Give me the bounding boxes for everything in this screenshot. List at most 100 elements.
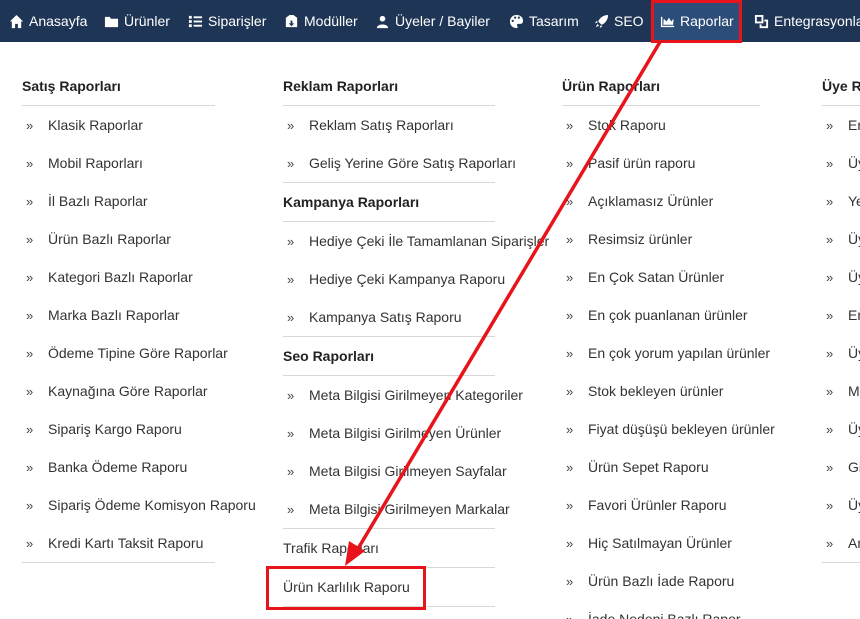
nav-entegrasyonlar[interactable]: Entegrasyonla xyxy=(753,0,860,42)
nav-raporlar[interactable]: Raporlar xyxy=(652,0,742,42)
link-trafik-raporlari[interactable]: Trafik Raporları xyxy=(283,538,379,558)
divider xyxy=(22,105,215,106)
menu-item-label: Ürün Bazlı Raporlar xyxy=(48,231,171,247)
chevron-right-icon: » xyxy=(287,502,295,517)
chevron-right-icon: » xyxy=(566,156,574,171)
satis-report-item[interactable]: » Banka Ödeme Raporu xyxy=(26,457,187,477)
satis-report-item[interactable]: » Kredi Kartı Taksit Raporu xyxy=(26,533,203,553)
satis-report-item[interactable]: » Sipariş Kargo Raporu xyxy=(26,419,182,439)
urun-report-item[interactable]: » Favori Ürünler Raporu xyxy=(566,495,727,515)
urun-report-item[interactable]: »İade Nedeni Bazlı Rapor xyxy=(566,609,741,619)
chevron-right-icon: » xyxy=(287,156,295,171)
urun-report-item[interactable]: » En çok puanlanan ürünler xyxy=(566,305,748,325)
chevron-right-icon: » xyxy=(26,346,34,361)
menu-item-label: Meta Bilgisi Girilmeyen Ürünler xyxy=(309,425,502,441)
urun-report-item[interactable]: » Ürün Bazlı İade Raporu xyxy=(566,571,734,591)
nav-moduller[interactable]: Modüller xyxy=(283,0,358,42)
chevron-right-icon: » xyxy=(287,272,295,287)
nav-urunler[interactable]: Ürünler xyxy=(103,0,170,42)
satis-report-item[interactable]: » Ürün Bazlı Raporlar xyxy=(26,229,171,249)
chevron-right-icon: » xyxy=(566,610,588,619)
chevron-right-icon: » xyxy=(26,308,34,323)
link-urun-karlilik-raporu[interactable]: Ürün Karlılık Raporu xyxy=(283,577,410,597)
section-title-seo: Seo Raporları xyxy=(283,348,375,364)
menu-item-label: Ye xyxy=(848,193,860,209)
nav-label: Siparişler xyxy=(208,13,267,29)
menu-item-label: Reklam Satış Raporları xyxy=(309,117,454,133)
seo-report-item[interactable]: » Meta Bilgisi Girilmeyen Sayfalar xyxy=(287,461,507,481)
urun-report-item[interactable]: » Fiyat düşüşü bekleyen ürünler xyxy=(566,419,775,439)
kampanya-report-item[interactable]: » Hediye Çeki Kampanya Raporu xyxy=(287,269,505,289)
uye-report-item[interactable]: » Ye xyxy=(826,191,860,211)
satis-report-item[interactable]: » Klasik Raporlar xyxy=(26,115,143,135)
chevron-right-icon: » xyxy=(566,194,574,209)
nav-uyeler-bayiler[interactable]: Üyeler / Bayiler xyxy=(374,0,490,42)
chevron-right-icon: » xyxy=(566,536,574,551)
satis-report-item[interactable]: » Kaynağına Göre Raporlar xyxy=(26,381,208,401)
seo-report-item[interactable]: » Meta Bilgisi Girilmeyen Markalar xyxy=(287,499,510,519)
nav-label: Anasayfa xyxy=(29,13,88,29)
urun-report-item[interactable]: » En çok yorum yapılan ürünler xyxy=(566,343,770,363)
chevron-right-icon: » xyxy=(26,384,34,399)
section-title-satis: Satış Raporları xyxy=(22,78,121,94)
divider xyxy=(283,567,495,568)
uye-report-item[interactable]: » Üy xyxy=(826,153,860,173)
nav-label: SEO xyxy=(614,13,644,29)
uye-report-item[interactable]: » En xyxy=(826,305,860,325)
uye-report-item[interactable]: » En xyxy=(826,115,860,135)
nav-tasarim[interactable]: Tasarım xyxy=(508,0,579,42)
urun-report-item[interactable]: » Resimsiz ürünler xyxy=(566,229,692,249)
uye-report-item[interactable]: » Mü xyxy=(826,381,860,401)
satis-report-item[interactable]: » Kategori Bazlı Raporlar xyxy=(26,267,193,287)
menu-item-label: Banka Ödeme Raporu xyxy=(48,459,188,475)
nav-anasayfa[interactable]: Anasayfa xyxy=(8,0,87,42)
satis-report-item[interactable]: » Mobil Raporları xyxy=(26,153,143,173)
menu-item-label: Hediye Çeki Kampanya Raporu xyxy=(309,271,506,287)
menu-item-label: En çok puanlanan ürünler xyxy=(588,307,748,323)
uye-report-item[interactable]: » Üy xyxy=(826,495,860,515)
urun-report-item[interactable]: » Pasif ürün raporu xyxy=(566,153,695,173)
chevron-right-icon: » xyxy=(287,464,295,479)
menu-item-label: Fiyat düşüşü bekleyen ürünler xyxy=(588,421,775,437)
chevron-right-icon: » xyxy=(566,460,574,475)
menu-item-label: Hediye Çeki İle Tamamlanan Siparişler xyxy=(309,233,550,249)
urun-report-item[interactable]: » Stok bekleyen ürünler xyxy=(566,381,723,401)
chevron-right-icon: » xyxy=(287,310,295,325)
menu-item-label: Kaynağına Göre Raporlar xyxy=(48,383,208,399)
menu-item-label: Mü xyxy=(848,383,860,399)
reklam-report-item[interactable]: » Reklam Satış Raporları xyxy=(287,115,454,135)
uye-report-item[interactable]: » Üy xyxy=(826,343,860,363)
seo-report-item[interactable]: » Meta Bilgisi Girilmeyen Ürünler xyxy=(287,423,501,443)
nav-seo[interactable]: SEO xyxy=(593,0,644,42)
satis-report-item[interactable]: » Ödeme Tipine Göre Raporlar xyxy=(26,343,228,363)
uye-report-item[interactable]: » Ar xyxy=(826,533,860,553)
kampanya-report-item[interactable]: » Hediye Çeki İle Tamamlanan Siparişler xyxy=(287,231,549,251)
chevron-right-icon: » xyxy=(826,384,834,399)
menu-item-label: Meta Bilgisi Girilmeyen Kategoriler xyxy=(309,387,523,403)
uye-report-item[interactable]: » Gi xyxy=(826,457,860,477)
satis-report-item[interactable]: » İl Bazlı Raporlar xyxy=(26,191,148,211)
menu-item-label: Üy xyxy=(848,269,860,285)
nav-siparisler[interactable]: Siparişler xyxy=(187,0,266,42)
menu-item-label: Marka Bazlı Raporlar xyxy=(48,307,180,323)
urun-report-item[interactable]: » Açıklamasız Ürünler xyxy=(566,191,713,211)
satis-report-item[interactable]: » Sipariş Ödeme Komisyon Raporu xyxy=(26,495,256,515)
folder-icon xyxy=(103,13,119,29)
menu-item-label: Üy xyxy=(848,345,860,361)
uye-report-item[interactable]: » Üy xyxy=(826,419,860,439)
urun-report-item[interactable]: » Ürün Sepet Raporu xyxy=(566,457,709,477)
uye-report-item[interactable]: » Üy xyxy=(826,229,860,249)
chevron-right-icon: » xyxy=(26,536,34,551)
uye-report-item[interactable]: » Üy xyxy=(826,267,860,287)
menu-item-label: Favori Ürünler Raporu xyxy=(588,497,727,513)
seo-report-item[interactable]: » Meta Bilgisi Girilmeyen Kategoriler xyxy=(287,385,523,405)
urun-report-item[interactable]: » Hiç Satılmayan Ürünler xyxy=(566,533,732,553)
chevron-right-icon: » xyxy=(566,232,574,247)
nav-label: Entegrasyonla xyxy=(774,13,860,29)
chevron-right-icon: » xyxy=(826,346,834,361)
urun-report-item[interactable]: » En Çok Satan Ürünler xyxy=(566,267,724,287)
reklam-report-item[interactable]: » Geliş Yerine Göre Satış Raporları xyxy=(287,153,516,173)
urun-report-item[interactable]: » Stok Raporu xyxy=(566,115,666,135)
kampanya-report-item[interactable]: » Kampanya Satış Raporu xyxy=(287,307,462,327)
satis-report-item[interactable]: » Marka Bazlı Raporlar xyxy=(26,305,180,325)
